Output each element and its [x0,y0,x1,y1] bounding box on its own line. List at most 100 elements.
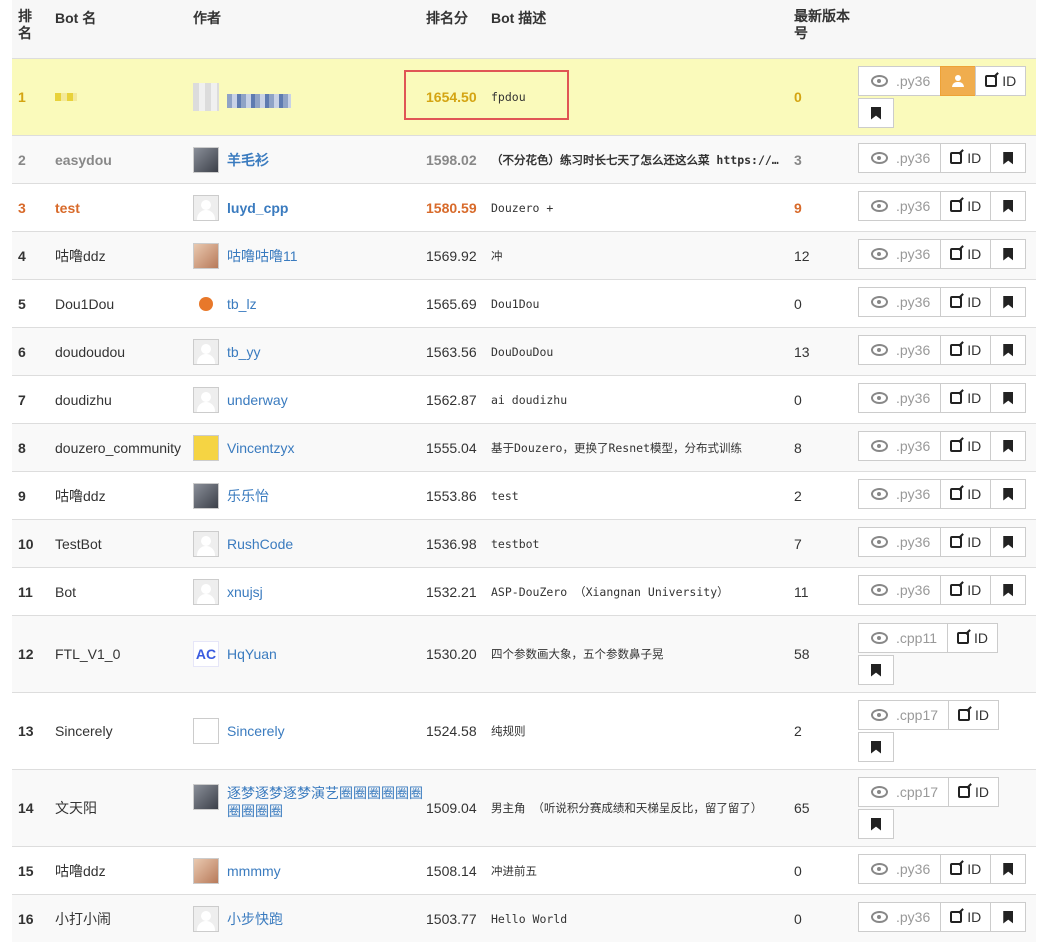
avatar[interactable] [193,718,219,744]
bot-name[interactable] [55,59,189,135]
author-link[interactable]: Sincerely [227,723,285,739]
avatar[interactable] [193,386,219,413]
bot-name[interactable]: Bot [55,568,189,615]
author[interactable]: 乐乐怡 [193,472,423,519]
avatar[interactable] [193,290,219,317]
view-code-button[interactable]: .py36 [858,66,942,96]
author[interactable]: Vincentzyx [193,424,423,471]
view-code-button[interactable]: .py36 [858,191,942,221]
author-link[interactable]: HqYuan [227,646,277,662]
bot-name[interactable]: 咕噜ddz [55,472,189,519]
author[interactable]: 羊毛衫 [193,136,423,183]
author-link[interactable]: tb_lz [227,296,257,312]
avatar[interactable] [193,194,219,221]
bookmark-button[interactable] [990,287,1027,317]
view-code-button[interactable]: .cpp17 [858,777,950,807]
bot-name[interactable]: Dou1Dou [55,280,189,327]
copy-id-button[interactable]: ID [940,287,992,317]
copy-id-button[interactable]: ID [940,479,992,509]
copy-id-button[interactable]: ID [940,191,992,221]
avatar[interactable] [193,530,219,557]
bookmark-button[interactable] [858,98,894,128]
author-link[interactable]: Vincentzyx [227,440,294,456]
author[interactable]: Sincerely [193,693,423,769]
avatar[interactable] [193,482,219,509]
bookmark-button[interactable] [990,239,1027,269]
copy-id-button[interactable]: ID [940,575,992,605]
bot-name[interactable]: test [55,184,189,231]
avatar[interactable] [193,784,219,810]
bookmark-button[interactable] [858,655,894,685]
view-code-button[interactable]: .py36 [858,143,942,173]
author[interactable]: RushCode [193,520,423,567]
avatar[interactable] [193,434,219,461]
bookmark-button[interactable] [990,143,1027,173]
copy-id-button[interactable]: ID [940,143,992,173]
avatar[interactable] [193,338,219,365]
bookmark-button[interactable] [990,383,1027,413]
avatar[interactable] [193,146,219,173]
author-link[interactable]: 乐乐怡 [227,486,269,506]
bookmark-button[interactable] [990,575,1027,605]
copy-id-button[interactable]: ID [947,623,998,653]
copy-id-button[interactable]: ID [940,854,992,884]
bookmark-button[interactable] [858,809,894,839]
bot-name[interactable]: 咕噜ddz [55,232,189,279]
avatar[interactable] [193,857,219,884]
author-link[interactable]: xnujsj [227,584,263,600]
bot-name[interactable]: 咕噜ddz [55,847,189,894]
bot-name[interactable]: doudoudou [55,328,189,375]
author[interactable]: luyd_cpp [193,184,423,231]
author[interactable]: 咕噜咕噜11 [193,232,423,279]
author[interactable]: underway [193,376,423,423]
copy-id-button[interactable]: ID [940,335,992,365]
bookmark-button[interactable] [990,431,1027,461]
author[interactable]: xnujsj [193,568,423,615]
view-code-button[interactable]: .py36 [858,527,942,557]
avatar[interactable] [193,83,219,111]
bookmark-button[interactable] [990,854,1027,884]
author[interactable]: tb_lz [193,280,423,327]
bot-name[interactable]: TestBot [55,520,189,567]
copy-id-button[interactable]: ID [940,431,992,461]
avatar[interactable] [193,578,219,605]
author[interactable]: 逐梦逐梦逐梦演艺圈圈圈圈圈圈圈圈圈圈 [193,770,423,846]
copy-id-button[interactable]: ID [940,527,992,557]
avatar[interactable]: AC [193,641,219,667]
bot-name[interactable]: FTL_V1_0 [55,616,189,692]
view-code-button[interactable]: .py36 [858,335,942,365]
bookmark-button[interactable] [990,191,1027,221]
bookmark-button[interactable] [990,479,1027,509]
bot-name[interactable]: 文天阳 [55,770,189,846]
bookmark-button[interactable] [858,732,894,762]
avatar[interactable] [193,242,219,269]
view-code-button[interactable]: .cpp17 [858,700,950,730]
author-link[interactable]: tb_yy [227,344,260,360]
bot-name[interactable]: easydou [55,136,189,183]
bookmark-button[interactable] [990,335,1027,365]
view-code-button[interactable]: .cpp11 [858,623,948,653]
copy-id-button[interactable]: ID [948,700,1000,730]
bot-name[interactable]: 小打小闹 [55,895,189,942]
view-code-button[interactable]: .py36 [858,854,942,884]
author-link[interactable]: 逐梦逐梦逐梦演艺圈圈圈圈圈圈圈圈圈圈 [227,785,423,819]
bot-name[interactable]: doudizhu [55,376,189,423]
copy-id-button[interactable]: ID [940,383,992,413]
author-link[interactable]: 羊毛衫 [227,150,269,170]
view-code-button[interactable]: .py36 [858,479,942,509]
bookmark-button[interactable] [990,527,1027,557]
copy-id-button[interactable]: ID [948,777,1000,807]
bot-name[interactable]: Sincerely [55,693,189,769]
author-link[interactable]: mmmmy [227,863,281,879]
bot-name[interactable]: douzero_community [55,424,189,471]
view-code-button[interactable]: .py36 [858,431,942,461]
author[interactable]: 小步快跑 [193,895,423,942]
user-button[interactable] [940,66,977,96]
view-code-button[interactable]: .py36 [858,383,942,413]
view-code-button[interactable]: .py36 [858,287,942,317]
author-link[interactable]: RushCode [227,536,293,552]
author[interactable] [193,59,423,135]
author-link[interactable]: 小步快跑 [227,909,283,929]
author-link[interactable]: luyd_cpp [227,200,288,216]
author[interactable]: mmmmy [193,847,423,894]
